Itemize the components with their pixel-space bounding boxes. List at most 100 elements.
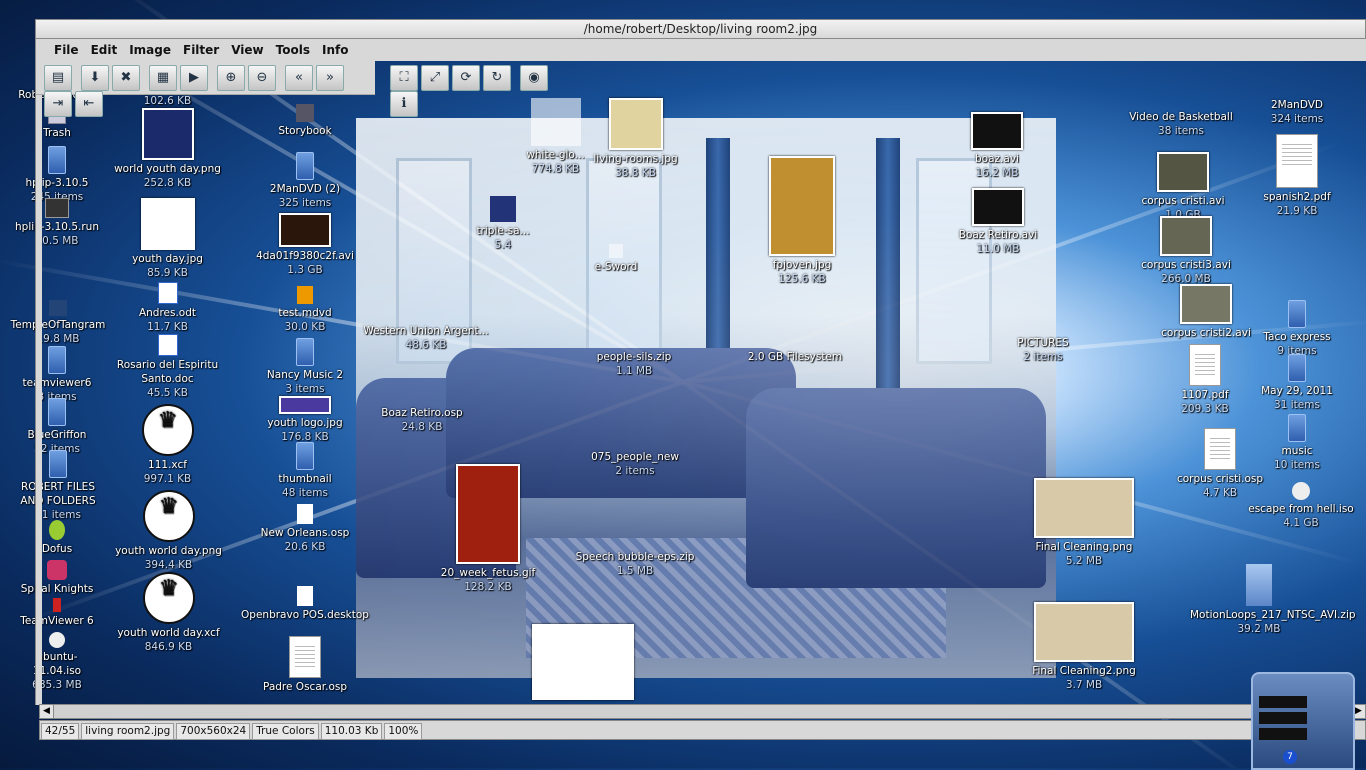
menu-edit[interactable]: Edit	[85, 39, 124, 61]
icon-size: 11.0 MB	[976, 243, 1020, 255]
desktop-icon-filesystem[interactable]: 2.0 GB Filesystem	[740, 350, 850, 364]
rotate-icon[interactable]: ⟳	[452, 65, 480, 91]
desktop-icon-youth-world-day-png[interactable]: youth world day.png 394.4 KB	[106, 490, 231, 572]
desktop-icon-final-cleaning2[interactable]: Final Cleaning2.png 3.7 MB	[1030, 602, 1138, 692]
desktop-icon-075-people[interactable]: 075_people_new 2 items	[580, 450, 690, 478]
fit-icon[interactable]: ⤢	[421, 65, 449, 91]
icon-label: Final Cleaning2.png	[1032, 665, 1136, 677]
horizontal-scrollbar[interactable]: ◀ ▶	[39, 704, 1366, 719]
desktop-icon-2mandvd-2[interactable]: 2ManDVD (2) 325 items	[250, 152, 360, 210]
document-icon	[1204, 428, 1236, 470]
menu-image[interactable]: Image	[123, 39, 177, 61]
icon-label: MotionLoops_217_NTSC_AVI.zip	[1190, 609, 1356, 621]
desktop-icon-storybook[interactable]: Storybook	[250, 104, 360, 138]
desktop-icon-final-cleaning[interactable]: Final Cleaning.png 5.2 MB	[1030, 478, 1138, 568]
screenshot-icon[interactable]: ◉	[520, 65, 548, 91]
desktop-icon-2mandvd[interactable]: 2ManDVD 324 items	[1254, 98, 1340, 126]
last-image-icon[interactable]: ⇤	[75, 91, 103, 117]
desktop-icon-western-union[interactable]: Western Union Argent... 48.6 KB	[356, 324, 496, 352]
info-icon[interactable]: ℹ	[390, 91, 418, 117]
word-document-icon	[157, 334, 178, 356]
desktop-icon-living-rooms[interactable]: living-rooms.jpg 38.8 KB	[588, 98, 683, 180]
scroll-left-icon[interactable]: ◀	[40, 705, 54, 718]
window-left-border	[35, 95, 42, 705]
desktop-icon-corpus-cristi3[interactable]: corpus cristi3.avi 266.0 MB	[1138, 216, 1234, 286]
desktop-icon-test-mdvd[interactable]: test.mdvd 30.0 KB	[250, 286, 360, 334]
delete-icon[interactable]: ✖	[112, 65, 140, 91]
desktop-icon-triple-sa[interactable]: triple-sa... 5.4	[458, 196, 548, 252]
icon-size: 11.7 KB	[147, 321, 188, 333]
zoom-out-icon[interactable]: ⊖	[248, 65, 276, 91]
image-thumbnail-icon	[279, 396, 331, 414]
desktop-icon-boaz-avi[interactable]: boaz.avi 16.2 MB	[952, 112, 1042, 180]
desktop-icon-111-xcf[interactable]: 111.xcf 997.1 KB	[110, 404, 225, 486]
icon-label: Andres.odt	[138, 307, 197, 319]
menu-file[interactable]: File	[48, 39, 85, 61]
desktop-icon-andres-odt[interactable]: Andres.odt 11.7 KB	[110, 282, 225, 334]
desktop-icon-pictures[interactable]: PICTURES 2 items	[1000, 336, 1086, 364]
menu-view[interactable]: View	[225, 39, 269, 61]
desktop-icon-motionloops-zip[interactable]: MotionLoops_217_NTSC_AVI.zip 39.2 MB	[1190, 564, 1356, 636]
icon-size: 5.4	[494, 239, 512, 251]
icon-label: Final Cleaning.png	[1035, 541, 1133, 553]
desktop-icon-padre-oscar[interactable]: Padre Oscar.osp	[243, 636, 367, 694]
desktop-icon-speech-bubble[interactable]: Speech bubble-eps.zip 1.5 MB	[574, 550, 696, 578]
desktop-icon-hands-image[interactable]	[532, 624, 634, 702]
mdvd-file-icon	[297, 286, 313, 304]
desktop-icon-youth-logo[interactable]: youth logo.jpg 176.8 KB	[250, 396, 360, 444]
desktop-icon-boaz-retiro-osp[interactable]: Boaz Retiro.osp 24.8 KB	[362, 406, 482, 434]
menu-filter[interactable]: Filter	[177, 39, 225, 61]
desktop-icon-escape-from-hell[interactable]: escape from hell.iso 4.1 GB	[1246, 482, 1356, 530]
icon-label: Speech bubble-eps.zip	[575, 551, 695, 563]
image-thumbnail-icon	[1034, 602, 1134, 662]
slideshow-icon[interactable]: ▶	[180, 65, 208, 91]
desktop-icon-new-orleans[interactable]: New Orleans.osp 20.6 KB	[243, 504, 367, 554]
icon-size: 30.0 KB	[284, 321, 326, 333]
desktop-icon-music[interactable]: music 10 items	[1254, 414, 1340, 472]
save-icon[interactable]: ⬇	[81, 65, 109, 91]
desktop-icon-may-29[interactable]: May 29, 2011 31 items	[1254, 354, 1340, 412]
desktop-icon-openbravo[interactable]: Openbravo POS.desktop	[236, 586, 374, 622]
desktop-icon-nancy-music[interactable]: Nancy Music 2 3 items	[250, 338, 360, 396]
desktop-icon-video-basketball[interactable]: Video de Basketball 38 items	[1128, 110, 1234, 138]
first-image-icon[interactable]: «	[285, 65, 313, 91]
desktop-icon-avi-video[interactable]: 4da01f9380c2f.avi 1.3 GB	[243, 213, 367, 277]
desktop-icon-e-sword[interactable]: e-Sword	[576, 244, 656, 274]
menu-info[interactable]: Info	[316, 39, 354, 61]
desktop-icon-top-item[interactable]: 102.6 KB	[120, 94, 215, 108]
window-title: /home/robert/Desktop/living room2.jpg	[35, 19, 1366, 39]
menu-tools[interactable]: Tools	[270, 39, 316, 61]
icon-label: fpjoven.jpg	[772, 259, 832, 271]
desktop-icon-boaz-retiro-avi[interactable]: Boaz Retiro.avi 11.0 MB	[950, 188, 1046, 256]
open-icon[interactable]: ▤	[44, 65, 72, 91]
desktop-icon-corpus-cristi2[interactable]: corpus cristi2.avi	[1156, 284, 1256, 340]
icon-label: Video de Basketball	[1129, 111, 1233, 123]
desktop-icon-world-youth-day-png[interactable]: world youth day.png 252.8 KB	[110, 108, 225, 190]
icon-size: 31 items	[1274, 399, 1320, 411]
icon-label: corpus cristi2.avi	[1161, 327, 1251, 339]
word-document-icon	[157, 282, 178, 304]
icon-label: Boaz Retiro.avi	[958, 229, 1038, 241]
previous-image-icon[interactable]: »	[316, 65, 344, 91]
desktop-icon-rosario-doc[interactable]: Rosario del Espiritu Santo.doc 45.5 KB	[100, 334, 235, 400]
desktop-icon-1107-pdf[interactable]: 1107.pdf 209.3 KB	[1160, 344, 1250, 416]
desktop-icon-thumbnail-folder[interactable]: thumbnail 48 items	[250, 442, 360, 500]
desktop-icon-fetus-gif[interactable]: 20_week_fetus.gif 128.2 KB	[436, 464, 540, 594]
desktop-icon-fpjoven[interactable]: fpjoven.jpg 125.6 KB	[752, 156, 852, 286]
thumbnails-icon[interactable]: ▦	[149, 65, 177, 91]
locked-file-icon	[297, 586, 313, 606]
icon-label: living-rooms.jpg	[593, 153, 678, 165]
zoom-in-icon[interactable]: ⊕	[217, 65, 245, 91]
desktop-icon-taco-express[interactable]: Taco express 9 items	[1254, 300, 1340, 358]
desktop-icon-youth-world-day-xcf[interactable]: youth world day.xcf 846.9 KB	[106, 572, 231, 654]
desktop-icon-youth-day-jpg[interactable]: youth day.jpg 85.9 KB	[110, 198, 225, 280]
desktop-icon-spanish2-pdf[interactable]: spanish2.pdf 21.9 KB	[1254, 134, 1340, 218]
fullscreen-icon[interactable]: ⛶	[390, 65, 418, 91]
next-image-icon[interactable]: ⇥	[44, 91, 72, 117]
desktop-icon-corpus-cristi-avi[interactable]: corpus cristi.avi 1.0 GB	[1138, 152, 1228, 222]
icon-label: 111.xcf	[148, 459, 187, 471]
refresh-icon[interactable]: ↻	[483, 65, 511, 91]
desktop-icon-people-sils[interactable]: people-sils.zip 1.1 MB	[580, 350, 688, 378]
folder-icon	[296, 442, 314, 470]
dock-widget[interactable]: 7	[1251, 672, 1355, 770]
